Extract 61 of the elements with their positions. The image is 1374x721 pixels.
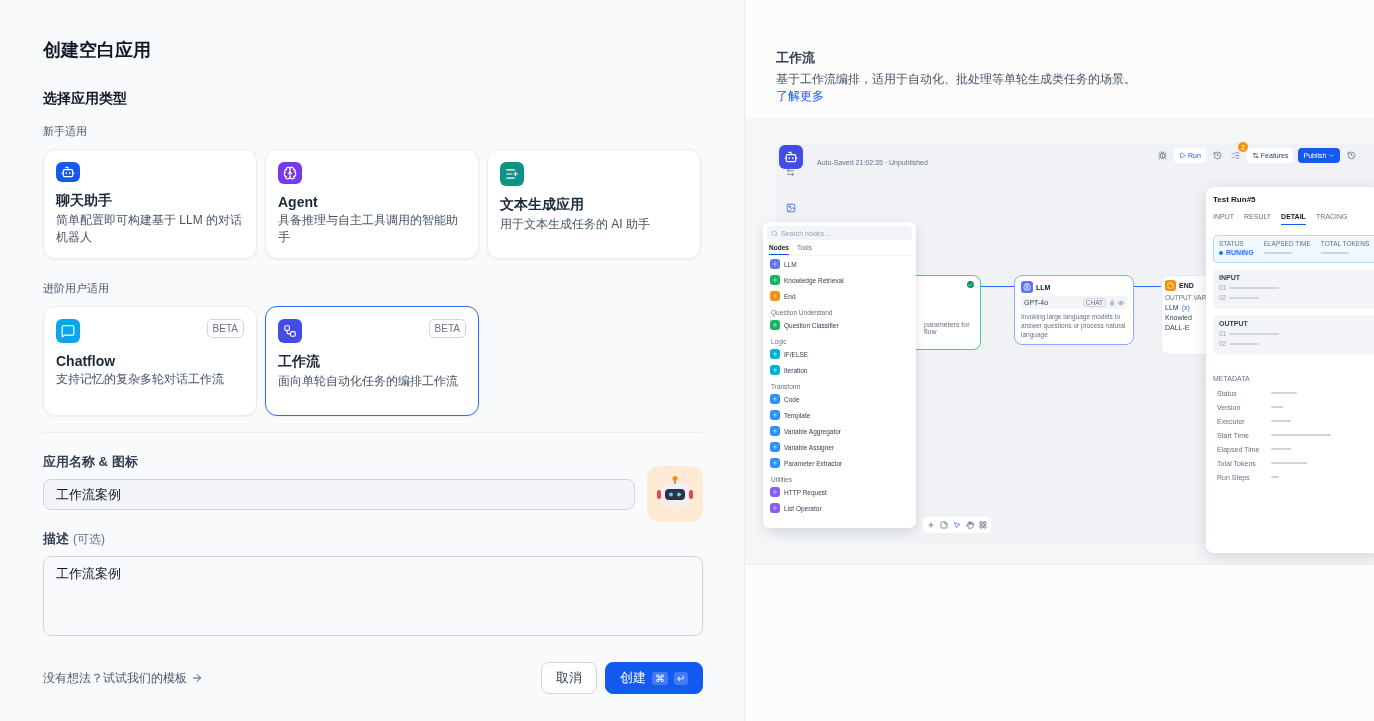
group-label: 进阶用户适用 bbox=[43, 281, 110, 296]
card-title: 文本生成应用 bbox=[500, 196, 585, 214]
description-input[interactable]: 工作流案例 bbox=[43, 556, 703, 636]
app-type-card[interactable]: BETA Chatflow 支持记忆的复杂多轮对话工作流 bbox=[43, 306, 257, 416]
card-description: 具备推理与自主工具调用的智能助手 bbox=[278, 212, 459, 246]
hand-icon[interactable] bbox=[966, 521, 974, 529]
panel-title: Test Run#5 bbox=[1213, 195, 1257, 204]
app-icon-picker[interactable] bbox=[647, 466, 703, 522]
sliders-icon bbox=[1251, 152, 1259, 159]
mic-icon bbox=[1109, 299, 1115, 306]
skeleton-bar bbox=[1229, 286, 1280, 289]
card-title: Agent bbox=[278, 194, 319, 210]
optional-hint: (可选) bbox=[73, 531, 105, 548]
learn-more-link[interactable]: 了解更多 bbox=[776, 89, 824, 103]
pointer-icon[interactable] bbox=[953, 521, 961, 529]
skeleton-bar bbox=[1229, 296, 1260, 299]
add-icon[interactable] bbox=[927, 521, 935, 529]
skeleton-bar bbox=[1229, 332, 1280, 335]
field-label: 描述 bbox=[43, 530, 69, 548]
section-heading: 选择应用类型 bbox=[43, 90, 128, 108]
card-description: 支持记忆的复杂多轮对话工作流 bbox=[56, 371, 225, 388]
search-icon bbox=[771, 229, 778, 237]
card-description: 用于文本生成任务的 AI 助手 bbox=[500, 216, 651, 233]
card-description: 面向单轮自动化任务的编排工作流 bbox=[278, 373, 459, 390]
create-button[interactable]: 创建 ⌘ ↵ bbox=[605, 662, 703, 694]
template-link[interactable]: 没有想法？试试我们的模板 bbox=[43, 669, 203, 687]
card-title: Chatflow bbox=[56, 353, 117, 369]
app-type-card[interactable]: Agent 具备推理与自主工具调用的智能助手 bbox=[265, 149, 479, 259]
card-description: 简单配置即可构建基于 LLM 的对话机器人 bbox=[56, 212, 243, 246]
preview-description: 基于工作流编排，适用于自动化、批处理等单轮生成类任务的场景。 了解更多 bbox=[776, 71, 1137, 105]
beta-badge: BETA bbox=[428, 319, 466, 338]
dialog-title: 创建空白应用 bbox=[43, 39, 152, 62]
check-icon bbox=[967, 281, 974, 288]
app-type-card[interactable]: BETA 工作流 面向单轮自动化任务的编排工作流 bbox=[265, 306, 479, 416]
layout-icon[interactable] bbox=[979, 521, 987, 529]
card-title: 聊天助手 bbox=[56, 192, 113, 210]
swap-icon bbox=[786, 168, 795, 177]
field-label: 应用名称 & 图标 bbox=[43, 453, 138, 471]
checklist-icon[interactable] bbox=[1228, 149, 1242, 162]
cancel-button[interactable]: 取消 bbox=[541, 662, 597, 694]
app-type-card[interactable]: 聊天助手 简单配置即可构建基于 LLM 的对话机器人 bbox=[43, 149, 257, 259]
clock-icon[interactable] bbox=[1345, 149, 1359, 162]
arrow-right-icon bbox=[191, 672, 203, 684]
app-type-card[interactable]: 文本生成应用 用于文本生成任务的 AI 助手 bbox=[487, 149, 701, 259]
note-icon[interactable] bbox=[940, 521, 948, 529]
name-input[interactable]: 工作流案例 bbox=[43, 479, 635, 510]
eye-icon bbox=[1118, 299, 1124, 306]
preview-title: 工作流 bbox=[776, 49, 816, 67]
robot-logo-icon bbox=[779, 145, 803, 169]
beta-badge: BETA bbox=[206, 319, 244, 338]
play-icon bbox=[1179, 152, 1186, 159]
chevron-down-icon bbox=[1328, 152, 1336, 159]
llm-node-icon bbox=[1021, 281, 1033, 293]
group-label: 新手适用 bbox=[43, 124, 88, 139]
image-icon bbox=[786, 203, 796, 213]
end-node-icon bbox=[1165, 280, 1176, 291]
skeleton-bar bbox=[1229, 342, 1260, 345]
status-dot bbox=[1219, 250, 1223, 255]
history-icon[interactable] bbox=[1210, 149, 1224, 162]
bug-icon[interactable] bbox=[1156, 149, 1169, 162]
card-title: 工作流 bbox=[278, 353, 321, 371]
